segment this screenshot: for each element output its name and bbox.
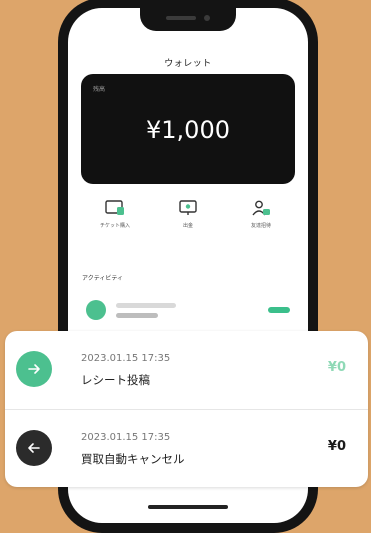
ticket-icon <box>105 200 124 215</box>
withdraw-label: 出金 <box>182 223 193 229</box>
invite-friend-button[interactable]: 友達招待 <box>231 200 291 229</box>
home-indicator <box>148 505 228 509</box>
invite-friend-label: 友達招待 <box>250 223 271 229</box>
front-camera <box>204 15 210 21</box>
transaction-popup: 2023.01.15 17:35 レシート投稿 ¥0 2023.01.15 17… <box>5 331 368 487</box>
transaction-title: 買取自動キャンセル <box>81 452 185 466</box>
transaction-title: レシート投稿 <box>81 373 150 387</box>
withdraw-button[interactable]: 出金 <box>158 200 218 229</box>
activity-list-item[interactable] <box>82 298 294 322</box>
transaction-amount: ¥0 <box>327 439 346 454</box>
speaker-grille <box>166 16 196 20</box>
activity-placeholder-line <box>116 313 158 318</box>
transaction-row[interactable]: 2023.01.15 17:35 レシート投稿 ¥0 <box>5 331 368 409</box>
page-title: ウォレット <box>164 59 212 69</box>
wallet-actions: チケット購入 出金 友達招待 <box>68 200 308 250</box>
balance-amount: ¥1,000 <box>146 116 230 144</box>
withdraw-icon <box>179 200 197 215</box>
arrow-left-icon <box>16 430 52 466</box>
arrow-right-icon <box>16 351 52 387</box>
balance-label: 残高 <box>93 86 106 93</box>
buy-ticket-label: チケット購入 <box>99 223 130 229</box>
transaction-row[interactable]: 2023.01.15 17:35 買取自動キャンセル ¥0 <box>5 410 368 488</box>
buy-ticket-button[interactable]: チケット購入 <box>85 200 145 229</box>
transaction-amount: ¥0 <box>327 360 346 375</box>
activity-placeholder-line <box>116 303 176 308</box>
activity-amount-pill <box>268 307 290 313</box>
transaction-date: 2023.01.15 17:35 <box>81 432 171 443</box>
activity-avatar <box>86 300 106 320</box>
invite-friend-icon <box>252 200 270 216</box>
transaction-date: 2023.01.15 17:35 <box>81 353 171 364</box>
balance-card: 残高 ¥1,000 <box>81 74 295 184</box>
phone-notch <box>140 8 236 31</box>
activity-section-title: アクティビティ <box>82 275 123 282</box>
